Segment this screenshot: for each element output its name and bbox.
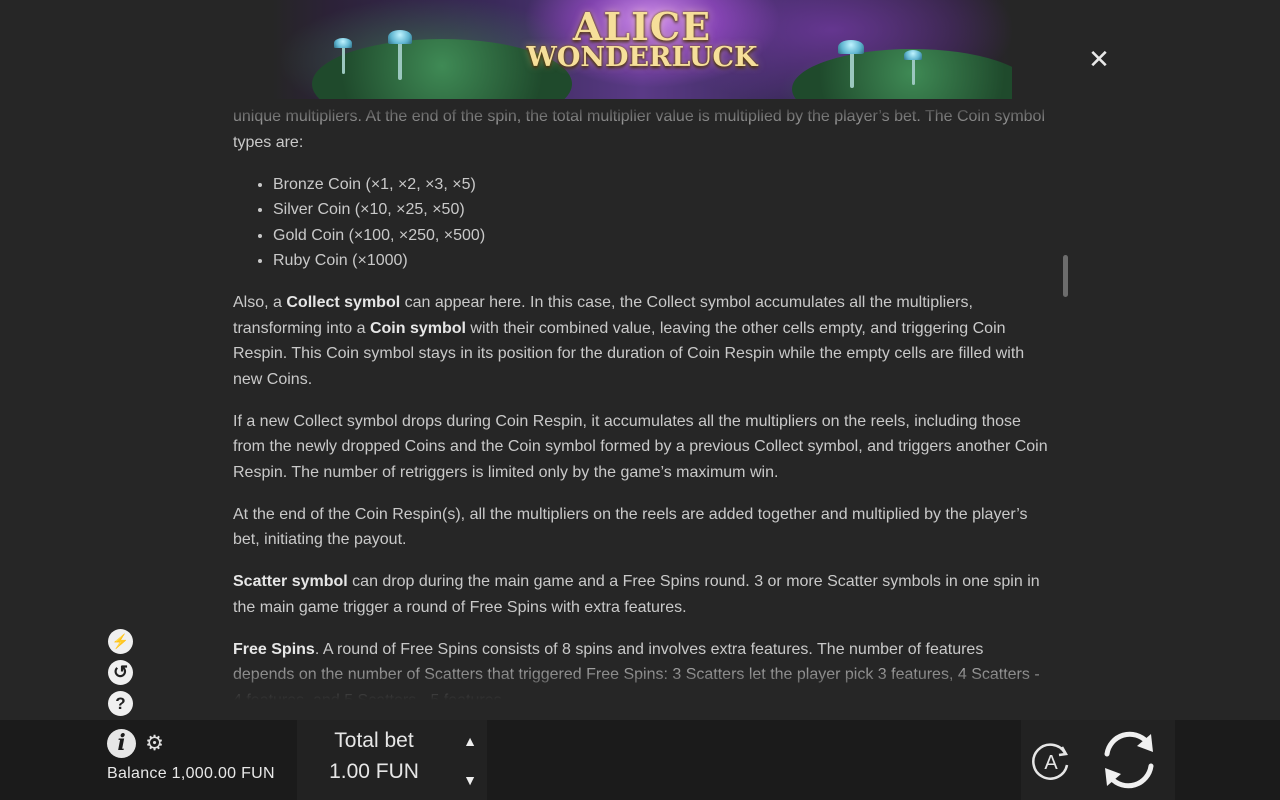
text-span: Also, a xyxy=(233,294,287,311)
text-span: can drop during the main game and a Free… xyxy=(233,573,1040,616)
coin-intro-paragraph: unique multipliers. At the end of the sp… xyxy=(233,108,1045,151)
close-icon[interactable]: ✕ xyxy=(1086,47,1112,73)
scrollbar-thumb[interactable] xyxy=(1063,255,1068,297)
collect-paragraph: Also, a Collect symbol can appear here. … xyxy=(233,290,1048,392)
list-item: Silver Coin (×10, ×25, ×50) xyxy=(273,197,1048,223)
coin-symbol-term: Coin symbol xyxy=(369,319,466,337)
scatter-paragraph: Scatter symbol can drop during the main … xyxy=(233,569,1048,620)
bet-increase-button[interactable]: ▲ xyxy=(457,728,483,754)
autoplay-label: A xyxy=(1044,752,1058,774)
list-item: Gold Coin (×100, ×250, ×500) xyxy=(273,223,1048,249)
total-bet-label: Total bet xyxy=(334,729,414,752)
logo-line-2: WONDERLUCK xyxy=(526,42,758,73)
help-icon[interactable]: ? xyxy=(108,691,133,716)
game-logo: ALICE WONDERLUCK xyxy=(272,4,1012,73)
payout-paragraph: At the end of the Coin Respin(s), all th… xyxy=(233,505,1028,549)
info-icon[interactable]: i xyxy=(107,729,136,758)
free-spins-term: Free Spins xyxy=(233,640,315,658)
list-item: Bronze Coin (×1, ×2, ×3, ×5) xyxy=(273,172,1048,198)
list-item: Ruby Coin (×1000) xyxy=(273,248,1048,274)
turbo-icon[interactable]: ⚡ xyxy=(108,629,133,654)
autoplay-icon: A xyxy=(1032,743,1069,780)
logo-line-1: ALICE xyxy=(572,4,712,49)
free-spins-paragraph: Free Spins. A round of Free Spins consis… xyxy=(233,637,1048,701)
retrigger-paragraph: If a new Collect symbol drops during Coi… xyxy=(233,412,1048,481)
coin-types-list: Bronze Coin (×1, ×2, ×3, ×5) Silver Coin… xyxy=(233,172,1048,274)
gear-icon[interactable]: ⚙ xyxy=(143,732,166,755)
total-bet-value: 1.00 FUN xyxy=(329,760,419,783)
balance-display: Balance 1,000.00 FUN xyxy=(107,765,275,782)
replay-icon[interactable]: ↺ xyxy=(108,660,133,685)
scatter-symbol-term: Scatter symbol xyxy=(233,573,348,590)
spin-icon xyxy=(1104,731,1154,789)
text-span: . A round of Free Spins consists of 8 sp… xyxy=(233,640,1040,701)
rules-content: unique multipliers. At the end of the sp… xyxy=(233,102,1048,700)
spin-button[interactable] xyxy=(1095,728,1163,792)
bet-decrease-button[interactable]: ▼ xyxy=(457,767,483,793)
autoplay-button[interactable]: A xyxy=(1029,739,1073,783)
collect-symbol-term: Collect symbol xyxy=(286,294,401,311)
game-banner: ALICE WONDERLUCK xyxy=(272,0,1012,99)
